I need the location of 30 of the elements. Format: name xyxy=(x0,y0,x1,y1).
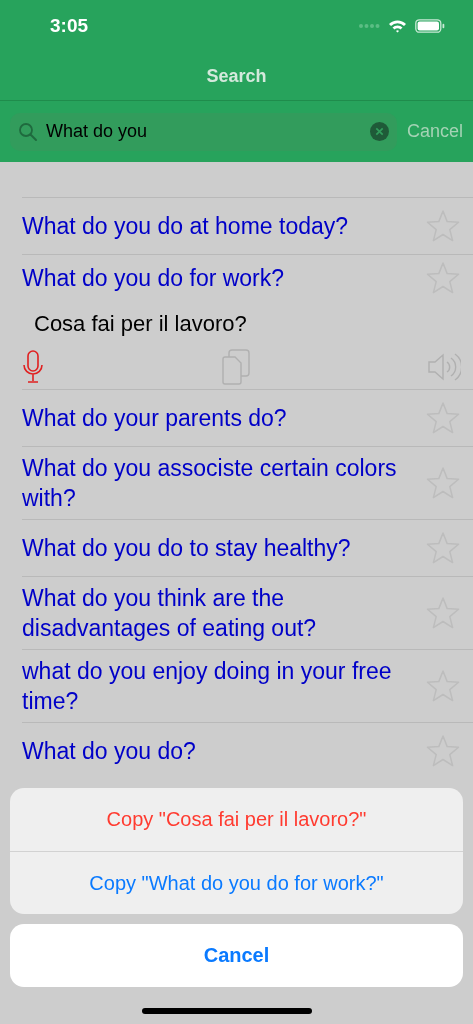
phrase-text: What do you associste certain colors with? xyxy=(22,454,398,513)
copy-button[interactable]: Copy "What do you do for work?" xyxy=(10,851,463,914)
signal-icon xyxy=(358,23,380,29)
phrase-text: What do you do for work? xyxy=(22,264,286,293)
nav-title: Search xyxy=(206,65,267,87)
clear-icon[interactable] xyxy=(369,122,389,141)
speaker-icon[interactable] xyxy=(427,352,461,382)
cancel-button[interactable]: Cancel xyxy=(10,924,463,987)
phrase-text: what do you enjoy doing in your free time? xyxy=(22,657,393,716)
phrase-row[interactable]: What do you do? xyxy=(22,722,473,779)
phrase-row[interactable]: What do you think are the disadvantages of eating out? xyxy=(22,576,473,649)
copy-icon[interactable] xyxy=(220,349,251,385)
phrase-text: What do you do to stay healthy? xyxy=(22,534,352,563)
phrase-text: What do you do at home today? xyxy=(22,212,350,241)
phrase-row[interactable]: What do you associste certain colors with? xyxy=(22,446,473,519)
phrase-text: What do you think are the disadvantages of eating out? xyxy=(22,584,318,643)
search-icon xyxy=(18,121,38,142)
translation-text: Cosa fai per il lavoro? xyxy=(33,311,248,337)
phrase-text: What do you do? xyxy=(22,737,197,766)
battery-icon xyxy=(415,19,445,33)
phrase-row[interactable]: what do you enjoy doing in your free time? xyxy=(22,649,473,722)
phrase-row[interactable]: What do you do for work? Cosa fai per il lavoro? xyxy=(22,254,473,389)
phrase-row[interactable]: What do you do at home today? xyxy=(22,197,473,254)
microphone-icon[interactable] xyxy=(22,350,44,384)
phrase-text: What do your parents do? xyxy=(22,404,288,433)
status-time: 3:05 xyxy=(50,15,89,37)
search-field[interactable]: What do you xyxy=(10,112,397,151)
wifi-icon xyxy=(388,19,407,33)
phrase-row[interactable]: What do you do to stay healthy? xyxy=(22,519,473,576)
phrase-row[interactable]: What do your parents do? xyxy=(22,389,473,446)
